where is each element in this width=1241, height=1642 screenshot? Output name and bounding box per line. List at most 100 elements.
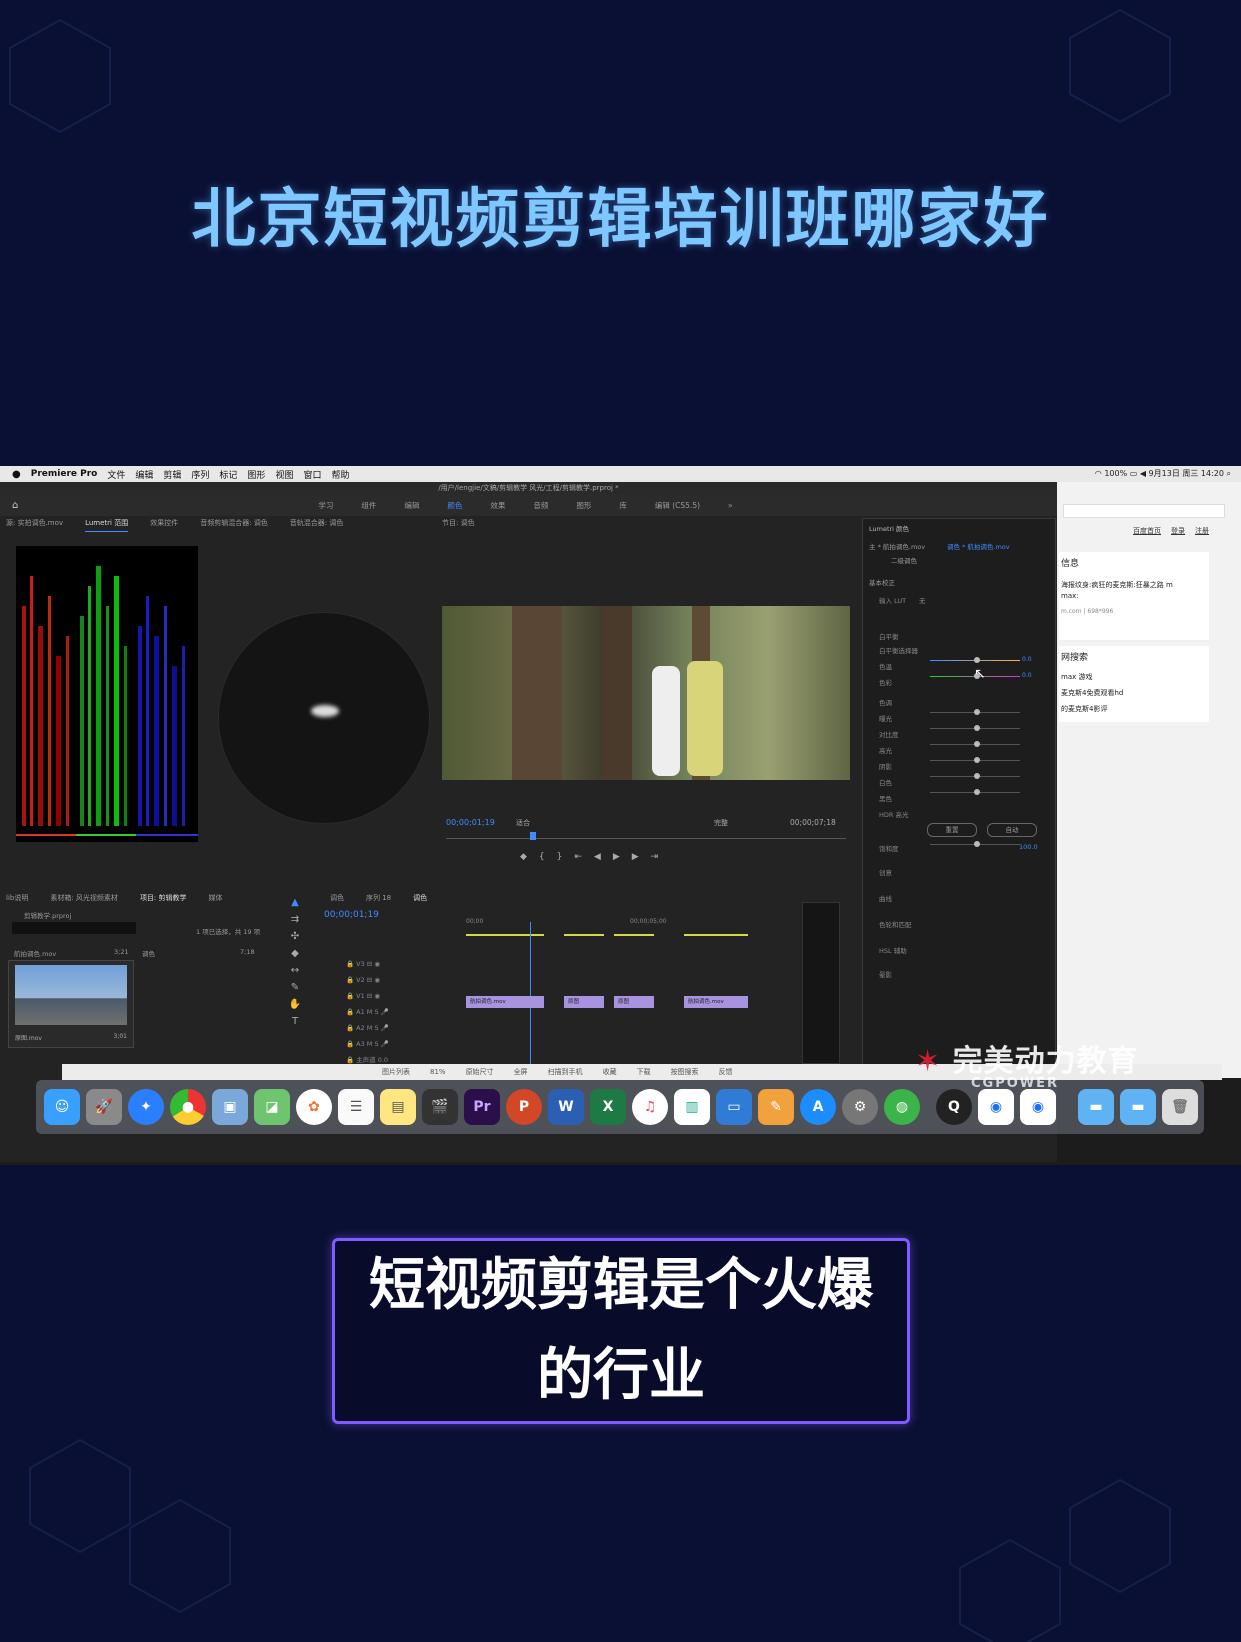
slip-icon[interactable]: ↔ (288, 962, 302, 979)
trash-icon[interactable]: 🗑 (1162, 1089, 1198, 1125)
menu-clip[interactable]: 剪辑 (163, 468, 181, 481)
maps-icon[interactable]: ◪ (254, 1089, 290, 1125)
program-fit-select[interactable]: 适合 (516, 818, 530, 828)
saturation-slider[interactable] (930, 841, 1020, 847)
music-icon[interactable]: ♫ (632, 1089, 668, 1125)
notes-icon[interactable]: ▤ (380, 1089, 416, 1125)
whites-slider[interactable] (930, 773, 1020, 779)
lumetri-source[interactable]: 主 * 航拍调色.mov (869, 541, 925, 551)
media-player-icon[interactable]: ◉ (978, 1089, 1014, 1125)
highlights-slider[interactable] (930, 741, 1020, 747)
type-icon[interactable]: T (288, 1013, 302, 1030)
tab-timeline-1[interactable]: 调色 (330, 893, 344, 907)
chrome-icon[interactable]: ● (170, 1089, 206, 1125)
project-thumbnail[interactable]: 原图.mov 3;01 (8, 960, 134, 1048)
preview-icon[interactable]: ▣ (212, 1089, 248, 1125)
link-register[interactable]: 注册 (1195, 526, 1209, 536)
tab-media[interactable]: 媒体 (209, 893, 223, 907)
workspace-effects[interactable]: 效果 (490, 500, 505, 511)
apple-icon[interactable]: ● (12, 469, 21, 480)
timeline-timecode[interactable]: 00;00;01;19 (324, 910, 379, 920)
menu-window[interactable]: 窗口 (303, 468, 321, 481)
premiere-dock-icon[interactable]: Pr (464, 1089, 500, 1125)
word-icon[interactable]: W (548, 1089, 584, 1125)
program-quality-select[interactable]: 完整 (714, 818, 728, 828)
related-item-3[interactable]: 的麦克斯4影评 (1061, 704, 1107, 714)
pen-icon[interactable]: ✎ (288, 979, 302, 996)
menu-help[interactable]: 帮助 (331, 468, 349, 481)
tab-audio-clip-mixer[interactable]: 音频剪辑混合器: 调色 (200, 518, 268, 532)
lumetri-target[interactable]: 调色 * 航拍调色.mov (947, 541, 1010, 551)
project-item-name-1[interactable]: 航拍调色.mov (14, 948, 56, 958)
footer-favorite[interactable]: 收藏 (603, 1067, 617, 1077)
footer-image-list[interactable]: 图片列表 (382, 1067, 410, 1077)
timeline-clip-1[interactable]: 航拍调色.mov (466, 996, 544, 1008)
more-icon[interactable]: » (728, 501, 733, 510)
timeline-clip-3[interactable]: 原图 (614, 996, 654, 1008)
search-icon[interactable]: ⌕ (1227, 469, 1231, 478)
footer-feedback[interactable]: 反馈 (719, 1067, 733, 1077)
tab-lumetri-scopes[interactable]: Lumetri 范围 (85, 518, 129, 532)
temp-slider[interactable] (930, 657, 1020, 663)
program-monitor-video[interactable] (442, 606, 850, 780)
numbers-icon[interactable]: ▥ (674, 1089, 710, 1125)
wb-picker[interactable]: 白平衡选择器 (879, 645, 918, 655)
project-search-input[interactable] (12, 922, 136, 934)
timeline-clip-4[interactable]: 航拍调色.mov (684, 996, 748, 1008)
footer-download[interactable]: 下载 (637, 1067, 651, 1077)
footer-scan-phone[interactable]: 扫描到手机 (548, 1067, 583, 1077)
section-wheels[interactable]: 色轮和匹配 (879, 919, 912, 929)
link-login[interactable]: 登录 (1171, 526, 1185, 536)
footer-zoom[interactable]: 81% (430, 1068, 446, 1076)
tab-program[interactable]: 节目: 调色 (442, 518, 475, 532)
workspace-learn[interactable]: 学习 (318, 500, 333, 511)
related-item-2[interactable]: 麦克斯4免费观看hd (1061, 688, 1123, 698)
workspace-editing[interactable]: 编辑 (404, 500, 419, 511)
safari-icon[interactable]: ✦ (128, 1089, 164, 1125)
info-result[interactable]: 海报纹身:疯狂的麦克斯:狂暴之路 m (1061, 580, 1209, 590)
saturation-value[interactable]: 100.0 (1019, 843, 1038, 851)
menu-file[interactable]: 文件 (107, 468, 125, 481)
final-cut-icon[interactable]: 🎬 (422, 1089, 458, 1125)
shadows-slider[interactable] (930, 757, 1020, 763)
app-store-icon[interactable]: A (800, 1089, 836, 1125)
tint-value[interactable]: 0.0 (1022, 672, 1032, 679)
playhead-icon[interactable] (530, 832, 536, 840)
contrast-slider[interactable] (930, 725, 1020, 731)
menu-view[interactable]: 视图 (275, 468, 293, 481)
media-player-icon[interactable]: ◉ (1020, 1089, 1056, 1125)
lumetri-preset[interactable]: 二级调色 (891, 555, 917, 565)
razor-icon[interactable]: ◆ (288, 945, 302, 962)
workspace-audio[interactable]: 音频 (533, 500, 548, 511)
wechat-icon[interactable]: ◍ (884, 1089, 920, 1125)
footer-image-search[interactable]: 按图搜索 (671, 1067, 699, 1077)
menu-app-name[interactable]: Premiere Pro (31, 469, 98, 479)
project-item-name-2[interactable]: 调色 (142, 948, 155, 958)
program-timecode[interactable]: 00;00;01;19 (446, 818, 495, 827)
info-result-sub[interactable]: max: (1061, 592, 1079, 600)
link-baidu-home[interactable]: 百度首页 (1133, 526, 1161, 536)
quicktime-icon[interactable]: Q (936, 1089, 972, 1125)
workspace-libraries[interactable]: 库 (619, 500, 627, 511)
section-creative[interactable]: 创意 (879, 867, 892, 877)
track-select-icon[interactable]: ⇉ (288, 911, 302, 928)
powerpoint-icon[interactable]: P (506, 1089, 542, 1125)
menu-sequence[interactable]: 序列 (191, 468, 209, 481)
section-vignette[interactable]: 晕影 (879, 969, 892, 979)
folder-icon[interactable]: ▬ (1078, 1089, 1114, 1125)
tab-lib[interactable]: lib说明 (6, 893, 28, 907)
exposure-slider[interactable] (930, 709, 1020, 715)
workspace-assembly[interactable]: 组件 (361, 500, 376, 511)
program-scrubber[interactable] (446, 838, 846, 839)
ripple-edit-icon[interactable]: ✣ (288, 928, 302, 945)
home-icon[interactable]: ⌂ (12, 500, 18, 511)
finder-icon[interactable]: ☺ (44, 1089, 80, 1125)
tab-audio-track-mixer[interactable]: 音轨混合器: 调色 (290, 518, 344, 532)
input-lut-value[interactable]: 无 (919, 595, 926, 605)
timeline-playhead[interactable] (530, 922, 531, 1064)
auto-button[interactable]: 自动 (987, 823, 1037, 837)
pages-icon[interactable]: ✎ (758, 1089, 794, 1125)
tab-timeline-2[interactable]: 序列 18 (366, 893, 391, 907)
volume-icon[interactable]: ◀ (1140, 469, 1146, 478)
folder-icon[interactable]: ▬ (1120, 1089, 1156, 1125)
